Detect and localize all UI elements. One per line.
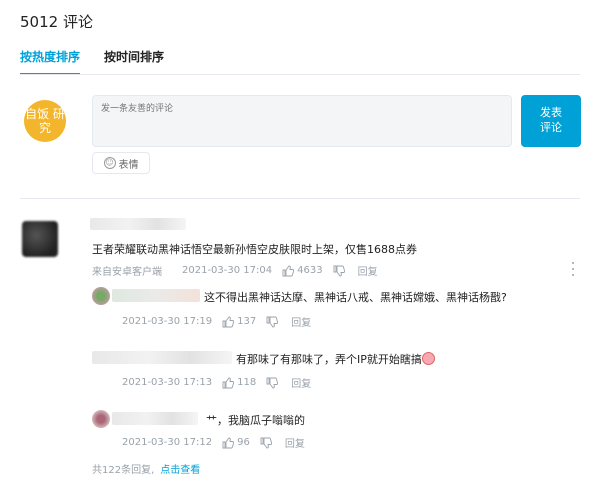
reply-content: 有那味了有那味了，弄个IP就开始瞎搞: [236, 351, 435, 367]
smiley-icon: ☺: [103, 157, 116, 169]
username-redacted[interactable]: [90, 218, 186, 230]
reply-avatar[interactable]: [92, 287, 110, 305]
thumbs-down-icon[interactable]: [333, 265, 345, 277]
reply-meta: 2021-03-30 17:13 118 回复: [122, 375, 311, 390]
emoji-button[interactable]: ☺ 表情: [92, 152, 150, 174]
comment-input[interactable]: [92, 95, 512, 147]
view-more-link[interactable]: 点击查看: [160, 465, 200, 476]
emoji-button-label: 表情: [118, 159, 139, 171]
tab-sort-by-hot[interactable]: 按热度排序: [20, 48, 81, 75]
thumbs-up-icon[interactable]: [222, 377, 235, 389]
reply-button[interactable]: 回复: [358, 263, 378, 278]
tab-sort-by-time[interactable]: 按时间排序: [104, 48, 164, 75]
sort-tabs: 按热度排序 按时间排序: [20, 48, 164, 75]
user-avatar[interactable]: 自饭 研究: [24, 100, 66, 142]
comment-count-title: 5012 评论: [20, 13, 93, 31]
submit-comment-button[interactable]: 发表 评论: [521, 95, 581, 147]
thumbs-down-icon[interactable]: [266, 377, 279, 389]
like-count: 4633: [297, 265, 323, 276]
reply-button[interactable]: 回复: [291, 314, 311, 329]
comment-time: 2021-03-30 17:04: [182, 265, 273, 276]
comment-meta: 来自安卓客户端 2021-03-30 17:04 4633 回复: [92, 263, 378, 278]
thumbs-down-icon[interactable]: [260, 437, 272, 449]
reply-avatar[interactable]: [92, 410, 110, 428]
thumbs-down-icon[interactable]: [266, 316, 279, 328]
reply-content: 艹，我脑瓜子嗡嗡的: [206, 414, 305, 427]
reply-button[interactable]: 回复: [285, 435, 305, 450]
composer-divider: [20, 198, 580, 199]
reply-meta: 2021-03-30 17:12 96 回复: [122, 435, 305, 450]
comment-source: 来自安卓客户端: [92, 267, 162, 278]
reply-text: 有那味了有那味了，弄个IP就开始瞎搞: [236, 353, 422, 366]
reply-summary: 共122条回复, 点击查看: [92, 461, 200, 476]
reply-button[interactable]: 回复: [291, 375, 311, 390]
avatar[interactable]: [22, 221, 58, 257]
like-count: 137: [237, 316, 257, 327]
comment-content: 王者荣耀联动黑神话悟空最新孙悟空皮肤限时上架，仅售1688点券: [92, 243, 417, 256]
reply-time: 2021-03-30 17:12: [122, 437, 213, 448]
thumbs-up-icon[interactable]: [222, 316, 235, 328]
like-count: 96: [237, 437, 250, 448]
reply-total: 共122条回复,: [92, 465, 155, 476]
thumbs-up-icon[interactable]: [282, 265, 295, 277]
emoji-icon: [421, 352, 435, 365]
more-options-icon[interactable]: [570, 262, 576, 276]
reply-username-redacted[interactable]: [112, 412, 198, 425]
reply-username-redacted[interactable]: [112, 289, 200, 302]
reply-time: 2021-03-30 17:13: [122, 377, 213, 388]
like-count: 118: [237, 377, 257, 388]
thumbs-up-icon[interactable]: [222, 437, 235, 449]
reply-meta: 2021-03-30 17:19 137 回复: [122, 314, 311, 329]
reply-content: 这不得出黑神话达摩、黑神话八戒、黑神话嫦娥、黑神话杨戬?: [204, 291, 507, 304]
tabs-divider: [20, 74, 580, 75]
reply-time: 2021-03-30 17:19: [122, 316, 213, 327]
reply-username-redacted[interactable]: [92, 351, 232, 364]
